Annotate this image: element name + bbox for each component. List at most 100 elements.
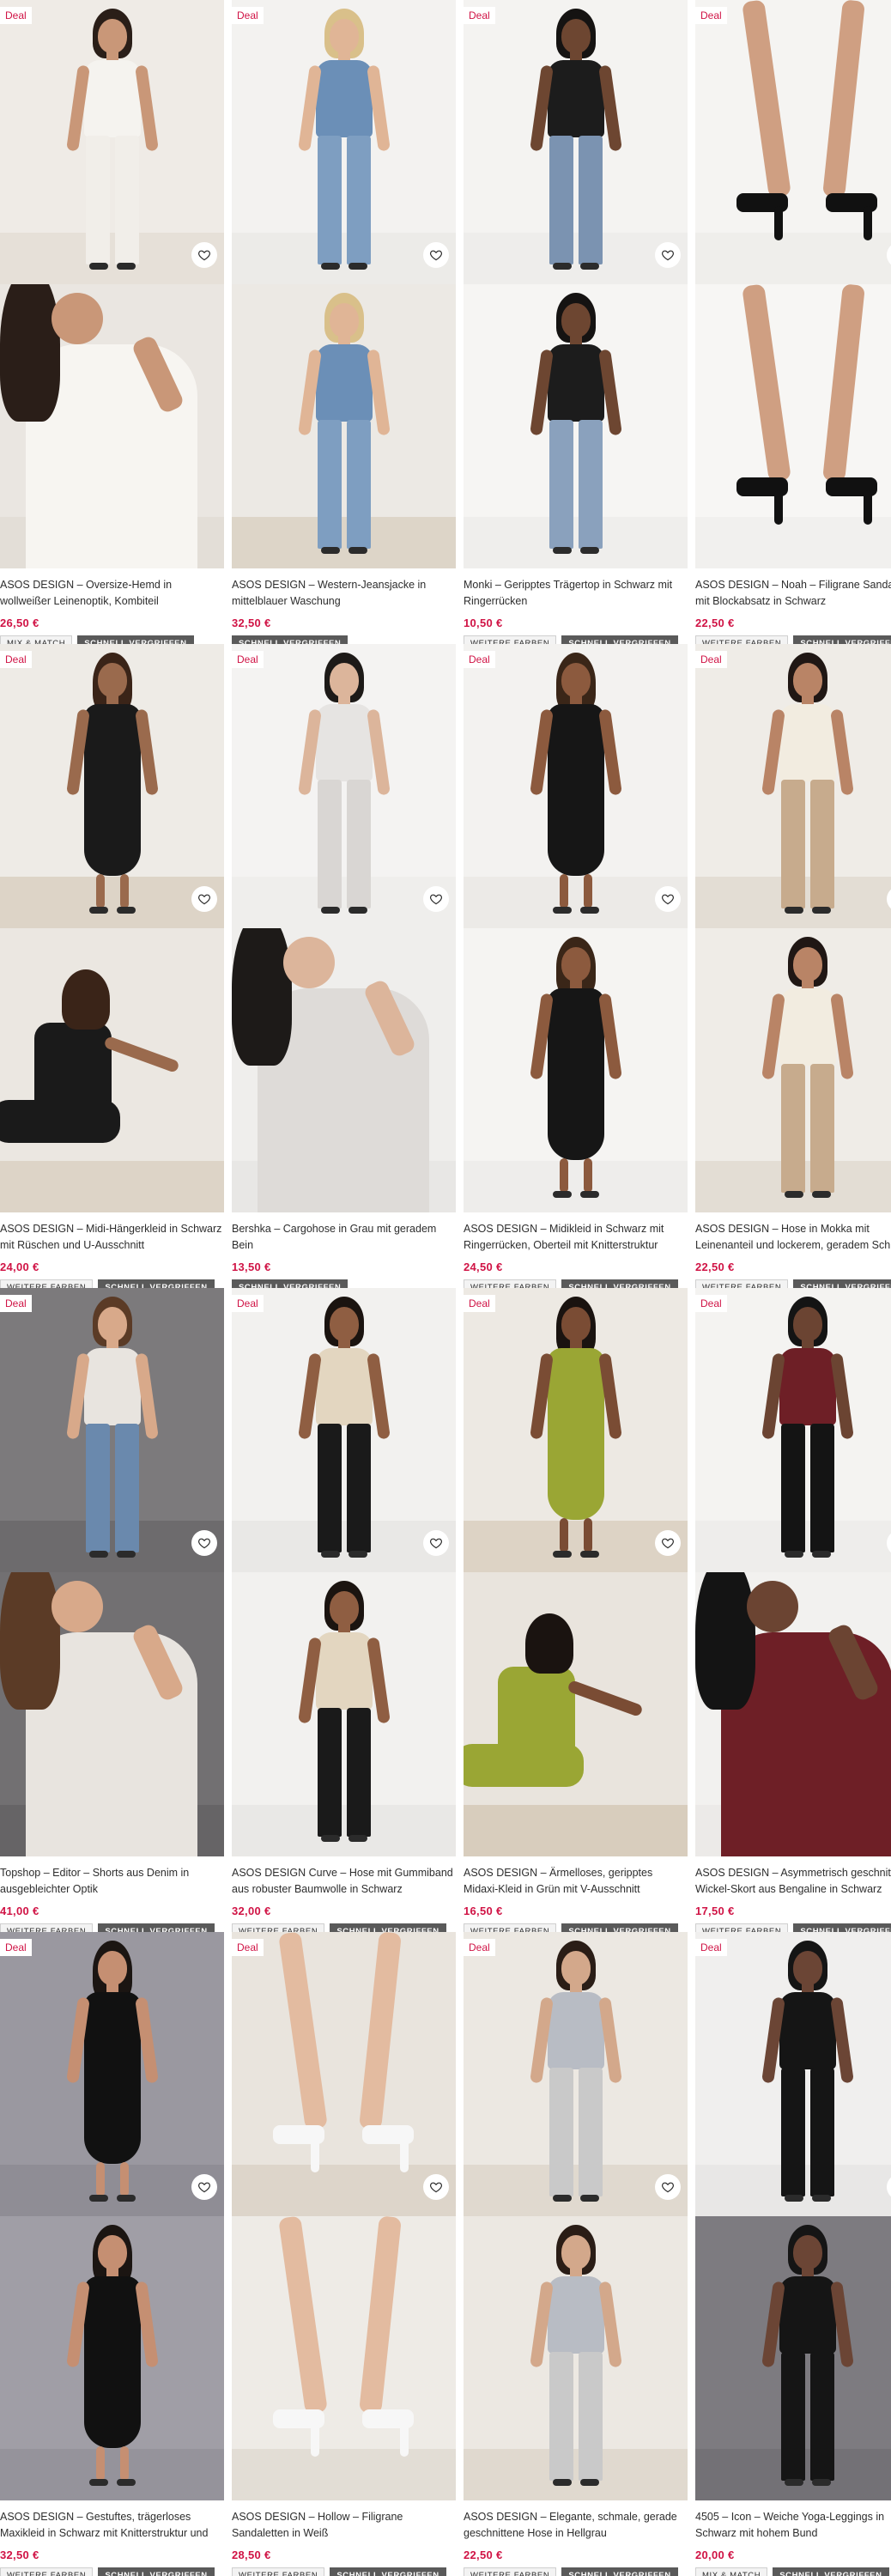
- product-name[interactable]: ASOS DESIGN – Noah – Filigrane Sandalen …: [695, 577, 891, 610]
- product-name[interactable]: ASOS DESIGN – Midi-Hängerkleid in Schwar…: [0, 1221, 224, 1254]
- product-name[interactable]: ASOS DESIGN Curve – Hose mit Gummiband a…: [232, 1865, 456, 1898]
- leg: [347, 1424, 371, 1552]
- product-image-primary[interactable]: Deal: [232, 0, 456, 284]
- leg: [579, 136, 603, 264]
- product-image-secondary[interactable]: [232, 928, 456, 1212]
- product-card[interactable]: Deal ASOS DESIGN – Midikleid in Schwarz …: [464, 644, 688, 1288]
- product-image-secondary[interactable]: [695, 2216, 891, 2500]
- product-card[interactable]: Deal ASOS DESIGN – Ärmelloses, geripptes…: [464, 1288, 688, 1932]
- save-for-later-button[interactable]: [191, 886, 217, 912]
- leg: [96, 2446, 105, 2481]
- save-for-later-button[interactable]: [423, 1530, 449, 1556]
- product-card[interactable]: Deal Bershka – Cargohose in Grau mit ger…: [232, 644, 456, 1288]
- more-colours-badge: WEITERE FARBEN: [695, 635, 789, 644]
- shoe: [117, 1551, 136, 1558]
- model-figure: [464, 0, 688, 284]
- product-card[interactable]: Deal 4505 – Icon – Weiche Yoga-Leggings …: [695, 1932, 891, 2576]
- product-name[interactable]: ASOS DESIGN – Ärmelloses, geripptes Mida…: [464, 1865, 688, 1898]
- product-image-primary[interactable]: Deal: [232, 1288, 456, 1572]
- torso: [84, 704, 141, 876]
- product-card[interactable]: Deal ASOS DESIGN – Midi-Hängerkleid in S…: [0, 644, 224, 1288]
- product-badges: WEITERE FARBEN SCHNELL VERGRIFFEN: [0, 1279, 224, 1288]
- product-image-secondary[interactable]: [0, 2216, 224, 2500]
- product-name[interactable]: ASOS DESIGN – Elegante, schmale, gerade …: [464, 2509, 688, 2542]
- product-card[interactable]: Deal ASOS DESIGN – Noah – Filigrane Sand…: [695, 0, 891, 644]
- product-card[interactable]: Deal ASOS DESIGN – Gestuftes, trägerlose…: [0, 1932, 224, 2576]
- product-name[interactable]: ASOS DESIGN – Western-Jeansjacke in mitt…: [232, 577, 456, 610]
- product-image-primary[interactable]: Deal: [695, 0, 891, 284]
- product-image-secondary[interactable]: [0, 284, 224, 568]
- product-image-secondary[interactable]: [232, 2216, 456, 2500]
- save-for-later-button[interactable]: [423, 886, 449, 912]
- head: [330, 303, 359, 337]
- product-name[interactable]: Topshop – Editor – Shorts aus Denim in a…: [0, 1865, 224, 1898]
- product-name[interactable]: ASOS DESIGN – Hose in Mokka mit Leinenan…: [695, 1221, 891, 1254]
- product-image-secondary[interactable]: [464, 284, 688, 568]
- product-name[interactable]: Monki – Geripptes Trägertop in Schwarz m…: [464, 577, 688, 610]
- product-image-primary[interactable]: Deal: [464, 0, 688, 284]
- product-name[interactable]: ASOS DESIGN – Hollow – Filigrane Sandale…: [232, 2509, 456, 2542]
- leg: [115, 1424, 139, 1552]
- product-name[interactable]: ASOS DESIGN – Asymmetrisch geschnittener…: [695, 1865, 891, 1898]
- save-for-later-button[interactable]: [655, 2174, 681, 2200]
- deal-badge: Deal: [695, 1939, 727, 1956]
- product-image-primary[interactable]: Deal: [232, 644, 456, 928]
- product-image-secondary[interactable]: [232, 284, 456, 568]
- model-figure: [232, 284, 456, 568]
- shoe: [89, 2195, 108, 2202]
- product-card[interactable]: Deal ASOS DESIGN – Hollow – Filigrane Sa…: [232, 1932, 456, 2576]
- save-for-later-button[interactable]: [191, 2174, 217, 2200]
- heel: [774, 490, 783, 525]
- product-image-primary[interactable]: Deal: [0, 0, 224, 284]
- deal-badge: Deal: [0, 1939, 32, 1956]
- product-image-secondary[interactable]: [232, 1572, 456, 1856]
- product-price: 13,50 €: [232, 1261, 271, 1273]
- save-for-later-button[interactable]: [655, 1530, 681, 1556]
- product-image-secondary[interactable]: [695, 1572, 891, 1856]
- product-image-primary[interactable]: Deal: [0, 1288, 224, 1572]
- product-card[interactable]: Deal ASOS DESIGN – Oversize-Hemd in woll…: [0, 0, 224, 644]
- product-image-primary[interactable]: Deal: [695, 1932, 891, 2216]
- product-price: 17,50 €: [695, 1905, 735, 1917]
- product-image-secondary[interactable]: [695, 284, 891, 568]
- save-for-later-button[interactable]: [423, 2174, 449, 2200]
- product-image-secondary[interactable]: [464, 2216, 688, 2500]
- product-name[interactable]: ASOS DESIGN – Oversize-Hemd in wollweiße…: [0, 577, 224, 610]
- product-image-primary[interactable]: Deal: [695, 644, 891, 928]
- product-card[interactable]: Deal ASOS DESIGN – Asymmetrisch geschnit…: [695, 1288, 891, 1932]
- product-name[interactable]: ASOS DESIGN – Midikleid in Schwarz mit R…: [464, 1221, 688, 1254]
- product-image-primary[interactable]: Deal: [695, 1288, 891, 1572]
- product-name[interactable]: ASOS DESIGN – Gestuftes, trägerloses Max…: [0, 2509, 224, 2542]
- product-badges: WEITERE FARBEN SCHNELL VERGRIFFEN: [464, 1279, 688, 1288]
- product-image-primary[interactable]: Deal: [0, 1932, 224, 2216]
- product-image-primary[interactable]: Deal: [232, 1932, 456, 2216]
- product-card[interactable]: Deal Topshop – Editor – Shorts aus Denim…: [0, 1288, 224, 1932]
- model-figure: [0, 928, 224, 1212]
- save-for-later-button[interactable]: [191, 242, 217, 268]
- product-name[interactable]: Bershka – Cargohose in Grau mit geradem …: [232, 1221, 456, 1254]
- save-for-later-button[interactable]: [655, 886, 681, 912]
- save-for-later-button[interactable]: [191, 1530, 217, 1556]
- product-image-primary[interactable]: Deal: [464, 644, 688, 928]
- product-price: 28,50 €: [232, 2549, 271, 2561]
- save-for-later-button[interactable]: [423, 242, 449, 268]
- selling-fast-badge: SCHNELL VERGRIFFEN: [232, 635, 349, 644]
- product-card[interactable]: Deal Monki – Geripptes Trägertop in Schw…: [464, 0, 688, 644]
- product-image-primary[interactable]: Deal: [464, 1288, 688, 1572]
- product-card[interactable]: Deal ASOS DESIGN – Elegante, schmale, ge…: [464, 1932, 688, 2576]
- model-figure: [0, 0, 224, 284]
- product-image-secondary[interactable]: [0, 1572, 224, 1856]
- product-image-secondary[interactable]: [464, 928, 688, 1212]
- product-image-primary[interactable]: Deal: [0, 644, 224, 928]
- head: [330, 1307, 359, 1341]
- product-card[interactable]: Deal ASOS DESIGN – Western-Jeansjacke in…: [232, 0, 456, 644]
- hair: [695, 1572, 755, 1710]
- product-image-secondary[interactable]: [0, 928, 224, 1212]
- product-image-secondary[interactable]: [695, 928, 891, 1212]
- product-card[interactable]: Deal ASOS DESIGN – Hose in Mokka mit Lei…: [695, 644, 891, 1288]
- product-image-secondary[interactable]: [464, 1572, 688, 1856]
- product-name[interactable]: 4505 – Icon – Weiche Yoga-Leggings in Sc…: [695, 2509, 891, 2542]
- save-for-later-button[interactable]: [655, 242, 681, 268]
- product-image-primary[interactable]: Deal: [464, 1932, 688, 2216]
- product-card[interactable]: Deal ASOS DESIGN Curve – Hose mit Gummib…: [232, 1288, 456, 1932]
